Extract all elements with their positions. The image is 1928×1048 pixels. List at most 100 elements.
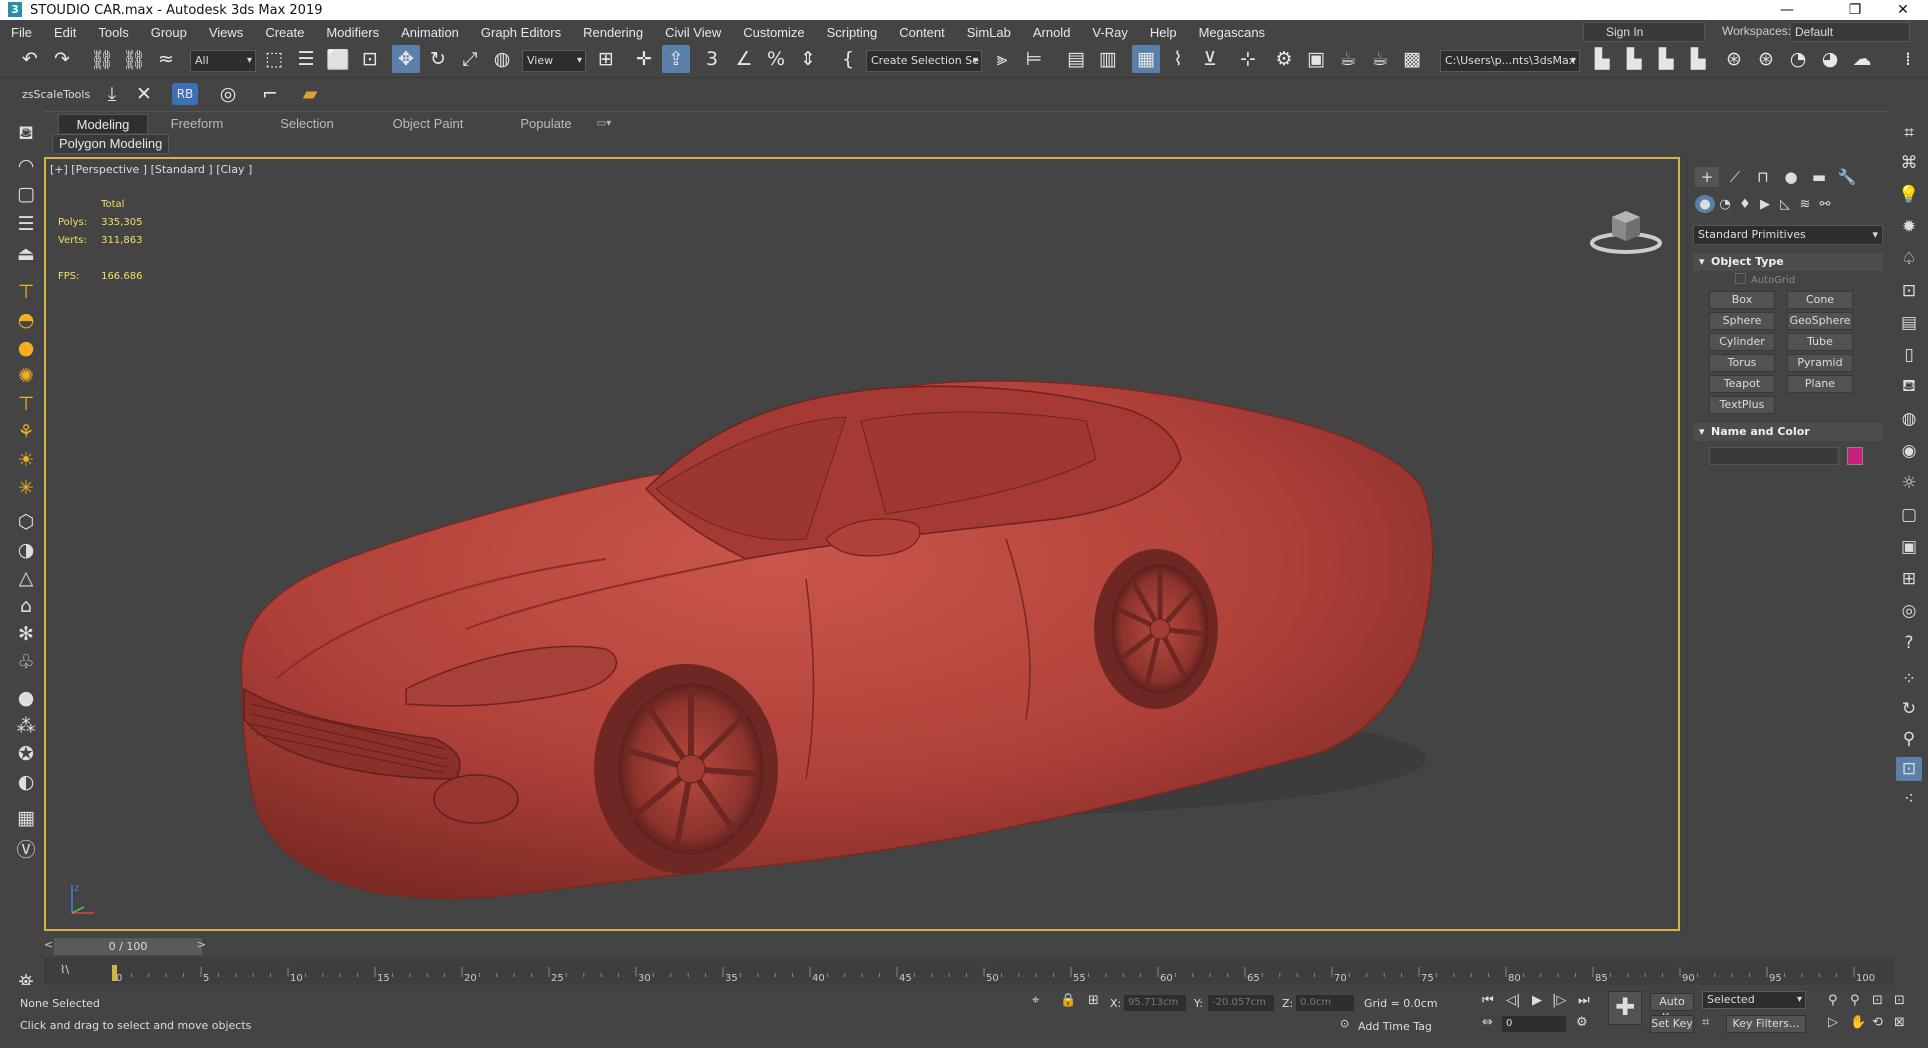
cameras-category-icon[interactable]: ▶ bbox=[1755, 195, 1775, 213]
vray-render-icon[interactable]: ⊛ bbox=[1720, 45, 1748, 73]
absolute-mode-icon[interactable]: ⊞ bbox=[1088, 993, 1099, 1008]
proxy-icon[interactable]: ⬡ bbox=[12, 509, 40, 535]
percent-snap-icon[interactable]: % bbox=[762, 45, 790, 73]
menu-civil-view[interactable]: Civil View bbox=[654, 25, 732, 40]
angle-snap-icon[interactable]: ∠ bbox=[730, 45, 758, 73]
menu-megascans[interactable]: Megascans bbox=[1188, 25, 1276, 40]
polygon-modeling-tab[interactable]: Polygon Modeling bbox=[52, 134, 170, 154]
close-button[interactable]: ✕ bbox=[1880, 0, 1926, 20]
render-setup-icon[interactable]: ⚙ bbox=[1270, 45, 1298, 73]
bend-icon[interactable]: ⌐ bbox=[256, 80, 284, 108]
goto-start-icon[interactable]: ⏮ bbox=[1482, 993, 1494, 1008]
name-and-color-rollout[interactable]: Name and Color bbox=[1693, 423, 1883, 441]
help-icon[interactable]: ? bbox=[1896, 631, 1922, 655]
object-type-rollout[interactable]: Object Type bbox=[1693, 253, 1883, 271]
plane-button[interactable]: Plane bbox=[1787, 375, 1853, 393]
layer-explorer-icon[interactable]: ▥ bbox=[1094, 45, 1122, 73]
next-frame-icon[interactable]: |▷ bbox=[1552, 993, 1566, 1008]
ribbon-toggle-icon[interactable]: ▦ bbox=[1132, 45, 1160, 73]
rect-selection-icon[interactable]: ⬜ bbox=[324, 45, 352, 73]
monitor-icon[interactable]: ▣ bbox=[1896, 535, 1922, 559]
globe-icon[interactable]: ◉ bbox=[1896, 439, 1922, 463]
play-icon[interactable]: ▶ bbox=[1532, 993, 1542, 1008]
time-tag-icon[interactable]: ⊙ bbox=[1340, 1017, 1349, 1030]
plane-icon[interactable]: △ bbox=[12, 565, 40, 591]
material-ball-icon[interactable]: ● bbox=[12, 685, 40, 711]
cone-button[interactable]: Cone bbox=[1787, 291, 1853, 309]
align-icon[interactable]: ⊨ bbox=[1020, 45, 1048, 73]
z-coord-field[interactable]: 0.0cm bbox=[1296, 995, 1354, 1011]
selection-filter-dropdown[interactable]: All bbox=[190, 50, 256, 72]
set-key-button[interactable]: Set Key bbox=[1650, 1015, 1694, 1033]
menu-edit[interactable]: Edit bbox=[43, 25, 87, 40]
menu-views[interactable]: Views bbox=[198, 25, 254, 40]
fur-icon[interactable]: ◑ bbox=[12, 537, 40, 563]
import-icon[interactable]: ⤓ bbox=[98, 80, 126, 108]
tube-button[interactable]: Tube bbox=[1787, 333, 1853, 351]
trackbar-curve-icon[interactable]: ⌇\ bbox=[60, 963, 69, 976]
orbit-icon[interactable]: ↻ bbox=[1896, 697, 1922, 721]
lights-category-icon[interactable]: ♦ bbox=[1735, 195, 1755, 213]
spacewarps-category-icon[interactable]: ≋ bbox=[1795, 195, 1815, 213]
project-path-dropdown[interactable]: C:\Users\p...nts\3dsMax bbox=[1440, 50, 1580, 72]
zoom-extents-icon[interactable]: ⁘ bbox=[1896, 667, 1922, 691]
ies-light-icon[interactable]: ✺ bbox=[12, 363, 40, 389]
link-icon[interactable]: ⛓ bbox=[88, 45, 116, 73]
list-icon[interactable]: ☰ bbox=[12, 211, 40, 237]
frame-icon[interactable]: ▢ bbox=[1896, 503, 1922, 527]
ambient-light-icon[interactable]: ⚘ bbox=[12, 419, 40, 445]
x-coord-field[interactable]: 95.713cm bbox=[1124, 995, 1186, 1011]
doc-icon[interactable]: ▤ bbox=[1896, 311, 1922, 335]
teapot-tool-icon[interactable]: ⛾ bbox=[1896, 375, 1922, 399]
box-tool-icon[interactable]: ▢ bbox=[12, 181, 40, 207]
select-and-rotate-icon[interactable]: ↻ bbox=[424, 45, 452, 73]
schematic-view-icon[interactable]: ⊻ bbox=[1196, 45, 1224, 73]
project-settings-icon[interactable]: ▙ bbox=[1684, 45, 1712, 73]
time-config-icon[interactable]: ⚙ bbox=[1576, 1015, 1588, 1030]
tree-icon[interactable]: ♧ bbox=[12, 649, 40, 675]
tab-selection[interactable]: Selection bbox=[262, 114, 352, 133]
key-tangent-icon[interactable]: ⌗ bbox=[1702, 1015, 1709, 1030]
open-project-icon[interactable]: ▙ bbox=[1620, 45, 1648, 73]
primitive-category-dropdown[interactable]: Standard Primitives bbox=[1693, 225, 1883, 245]
render-iterative-icon[interactable]: ☕ bbox=[1366, 45, 1394, 73]
menu-file[interactable]: File bbox=[0, 25, 43, 40]
undo-icon[interactable]: ↶ bbox=[16, 45, 44, 73]
sphere-button[interactable]: Sphere bbox=[1709, 312, 1775, 330]
field-of-view-icon[interactable]: ⁖ bbox=[1896, 787, 1922, 811]
select-by-name-icon[interactable]: ☰ bbox=[292, 45, 320, 73]
ref-coord-dropdown[interactable]: View bbox=[522, 50, 586, 72]
menu-arnold[interactable]: Arnold bbox=[1022, 25, 1082, 40]
pan-icon[interactable]: ⚲ bbox=[1896, 727, 1922, 751]
save-project-icon[interactable]: ▙ bbox=[1652, 45, 1680, 73]
menu-help[interactable]: Help bbox=[1139, 25, 1188, 40]
keyboard-shortcut-toggle-icon[interactable]: ⇪ bbox=[662, 45, 690, 73]
render-production-icon[interactable]: ☕ bbox=[1334, 45, 1362, 73]
pivot-center-icon[interactable]: ⊞ bbox=[592, 45, 620, 73]
minimize-button[interactable]: — bbox=[1764, 0, 1810, 20]
material-icon[interactable]: ◍ bbox=[1896, 407, 1922, 431]
teapot-icon[interactable]: ⛾ bbox=[12, 121, 40, 147]
paint-tool-icon[interactable]: ▰ bbox=[296, 80, 324, 108]
vray-cloud-icon[interactable]: ☁ bbox=[1848, 45, 1876, 73]
sky-icon[interactable]: ✳ bbox=[12, 475, 40, 501]
select-manipulate-icon[interactable]: ✛ bbox=[630, 45, 658, 73]
time-slider-thumb[interactable]: 0 / 100 bbox=[54, 938, 202, 955]
scene-explorer-icon[interactable]: ▤ bbox=[1062, 45, 1090, 73]
bulb-icon[interactable]: 💡 bbox=[1896, 183, 1922, 207]
restore-button[interactable]: ❐ bbox=[1832, 0, 1878, 20]
shapes-category-icon[interactable]: ◔ bbox=[1715, 195, 1735, 213]
goto-end-icon[interactable]: ⏭ bbox=[1578, 993, 1590, 1008]
cylinder-button[interactable]: Cylinder bbox=[1709, 333, 1775, 351]
bind-spacewarp-icon[interactable]: ≈ bbox=[152, 45, 180, 73]
named-selection-dropdown[interactable]: Create Selection Se bbox=[866, 50, 982, 72]
current-frame-marker[interactable] bbox=[112, 965, 117, 981]
auto-key-button[interactable]: Auto Key bbox=[1650, 993, 1694, 1024]
menu-scripting[interactable]: Scripting bbox=[816, 25, 889, 40]
selection-lock-icon[interactable]: 🔒 bbox=[1060, 993, 1076, 1008]
geometry-category-icon[interactable]: ● bbox=[1695, 195, 1715, 213]
menu-content[interactable]: Content bbox=[888, 25, 956, 40]
utility-icon[interactable]: ▦ bbox=[12, 805, 40, 831]
autogrid-checkbox[interactable]: AutoGrid bbox=[1735, 273, 1795, 286]
frame-ruler[interactable]: 0 5 10 15 20 25 30 35 40 45 50 55 60 65 70 75 80 85 90 95 10… bbox=[104, 957, 1884, 985]
